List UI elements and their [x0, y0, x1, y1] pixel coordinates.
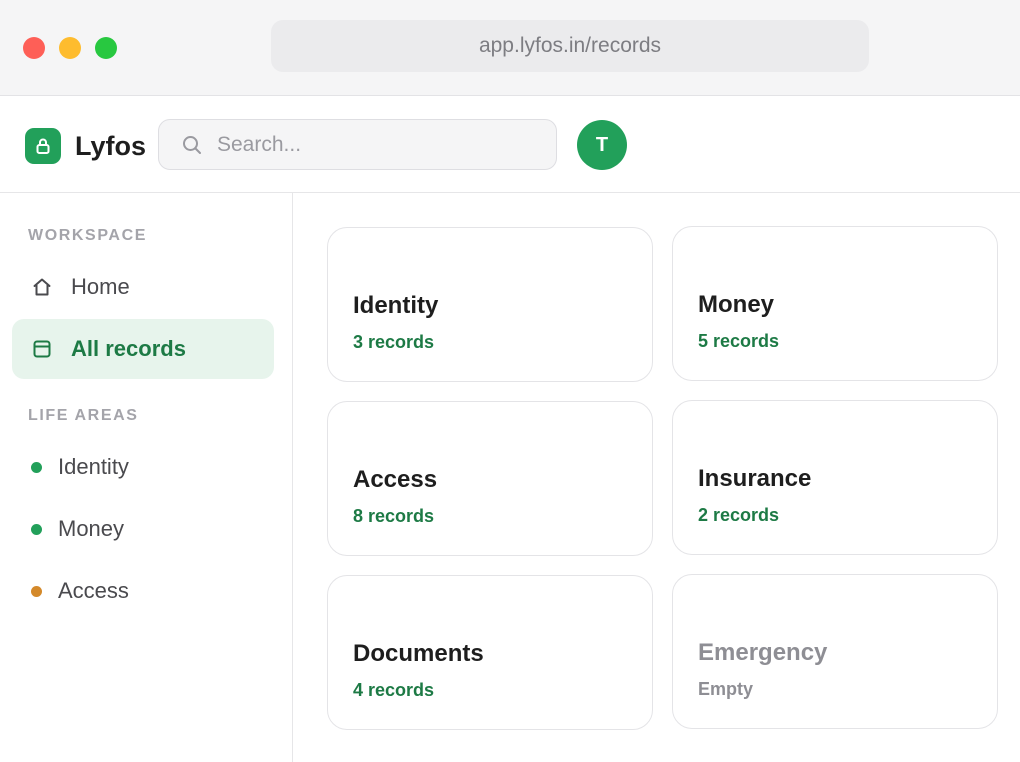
workspace-section-label: WORKSPACE — [28, 227, 147, 244]
minimize-window-button[interactable] — [59, 37, 81, 59]
card-title: Access — [353, 466, 438, 493]
home-icon — [31, 276, 53, 298]
card-count: 4 records — [353, 680, 435, 700]
status-dot — [31, 461, 42, 473]
status-dot — [31, 523, 42, 535]
close-window-button[interactable] — [23, 37, 45, 59]
life-areas-section-label: LIFE AREAS — [28, 407, 139, 424]
card-insurance[interactable]: Insurance 2 records — [672, 400, 998, 555]
sidebar-area-money[interactable]: Money — [12, 504, 274, 554]
card-money[interactable]: Money 5 records — [672, 226, 998, 381]
sidebar-area-identity[interactable]: Identity — [12, 442, 274, 492]
search-icon — [181, 134, 203, 156]
user-avatar[interactable]: T — [577, 120, 627, 170]
card-title: Documents — [353, 640, 484, 667]
search-bar[interactable] — [158, 119, 557, 170]
address-bar-url: app.lyfos.in/records — [478, 34, 662, 57]
brand-name: Lyfos — [75, 131, 147, 161]
card-count: 8 records — [353, 506, 435, 526]
search-input[interactable] — [217, 132, 537, 157]
card-identity[interactable]: Identity 3 records — [327, 227, 653, 382]
sidebar-area-access[interactable]: Access — [12, 566, 274, 616]
address-bar[interactable]: app.lyfos.in/records — [271, 20, 869, 72]
card-access[interactable]: Access 8 records — [327, 401, 653, 556]
sidebar-item-label: All records — [71, 336, 186, 361]
sidebar-area-label: Money — [58, 516, 125, 541]
card-documents[interactable]: Documents 4 records — [327, 575, 653, 730]
app-header: Lyfos T — [0, 96, 1020, 193]
card-count: 3 records — [353, 332, 435, 352]
brand-logo[interactable] — [25, 128, 61, 164]
maximize-window-button[interactable] — [95, 37, 117, 59]
card-title: Insurance — [698, 465, 812, 492]
browser-toolbar: app.lyfos.in/records — [0, 0, 1020, 96]
sidebar-item-home[interactable]: Home — [12, 257, 274, 317]
sidebar-item-all-records[interactable]: All records — [12, 319, 274, 379]
sidebar-area-label: Identity — [58, 454, 129, 479]
status-dot — [31, 585, 42, 597]
card-count: 5 records — [698, 331, 780, 351]
card-count: Empty — [698, 679, 754, 699]
calendar-icon — [31, 338, 53, 360]
card-title: Money — [698, 291, 775, 318]
card-count: 2 records — [698, 505, 780, 525]
sidebar-area-label: Access — [58, 578, 129, 603]
sidebar: WORKSPACE Home All records LIFE AREAS Id… — [0, 193, 293, 762]
lock-icon — [36, 138, 50, 154]
card-emergency[interactable]: Emergency Empty — [672, 574, 998, 729]
card-title: Emergency — [698, 639, 828, 666]
card-title: Identity — [353, 292, 439, 319]
sidebar-item-label: Home — [71, 274, 130, 299]
